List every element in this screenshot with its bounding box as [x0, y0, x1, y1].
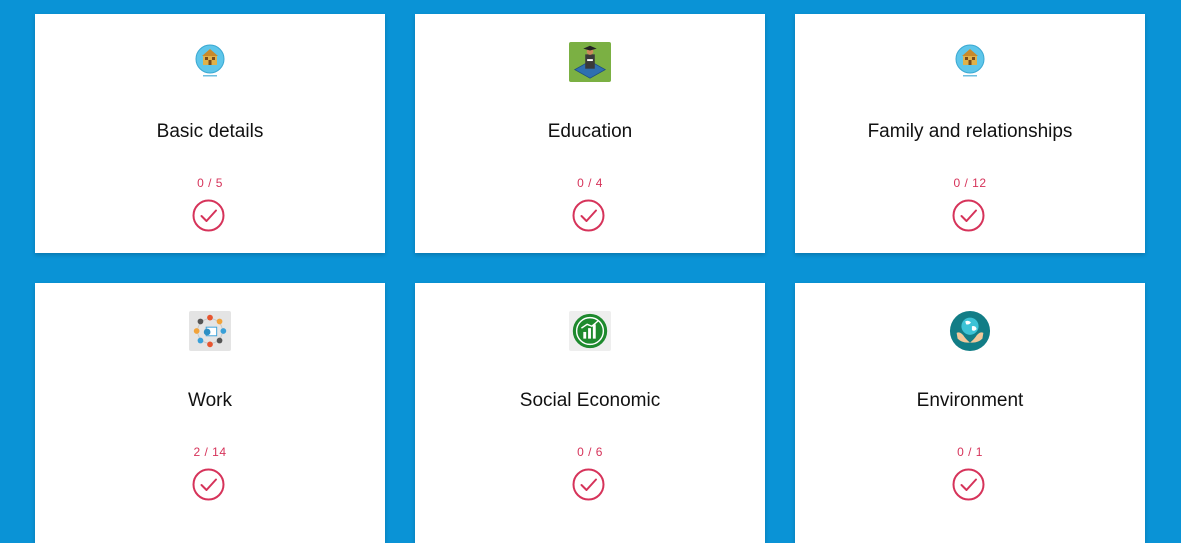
card-title: Social Economic	[519, 390, 661, 411]
check-circle-icon	[192, 468, 225, 501]
economy-growth-icon	[569, 310, 611, 352]
progress-count: 0 / 4	[577, 176, 603, 190]
card-title: Family and relationships	[867, 121, 1073, 142]
category-card-basic-details[interactable]: Basic details 0 / 5	[35, 14, 385, 253]
check-circle-icon	[952, 199, 985, 232]
progress-count: 0 / 6	[577, 445, 603, 459]
category-card-environment[interactable]: Environment 0 / 1	[795, 283, 1145, 543]
check-circle-icon	[952, 468, 985, 501]
progress-count: 0 / 12	[953, 176, 987, 190]
category-card-education[interactable]: Education 0 / 4	[415, 14, 765, 253]
globe-hands-icon	[949, 310, 991, 352]
check-circle-icon	[572, 199, 605, 232]
progress-count: 0 / 5	[197, 176, 223, 190]
graduate-tile-icon	[569, 41, 611, 83]
work-cycle-icon	[189, 310, 231, 352]
card-title: Work	[188, 390, 232, 411]
card-title: Basic details	[156, 121, 264, 142]
progress-count: 2 / 14	[193, 445, 227, 459]
check-circle-icon	[572, 468, 605, 501]
check-circle-icon	[192, 199, 225, 232]
category-card-family-and-relationships[interactable]: Family and relationships 0 / 12	[795, 14, 1145, 253]
progress-count: 0 / 1	[957, 445, 983, 459]
category-card-work[interactable]: Work 2 / 14	[35, 283, 385, 543]
card-title: Education	[547, 121, 633, 142]
card-title: Environment	[916, 390, 1024, 411]
house-badge-icon	[949, 41, 991, 83]
house-badge-icon	[189, 41, 231, 83]
category-card-social-economic[interactable]: Social Economic 0 / 6	[415, 283, 765, 543]
category-grid: Basic details 0 / 5 Education 0 / 4 Fami…	[35, 14, 1145, 543]
